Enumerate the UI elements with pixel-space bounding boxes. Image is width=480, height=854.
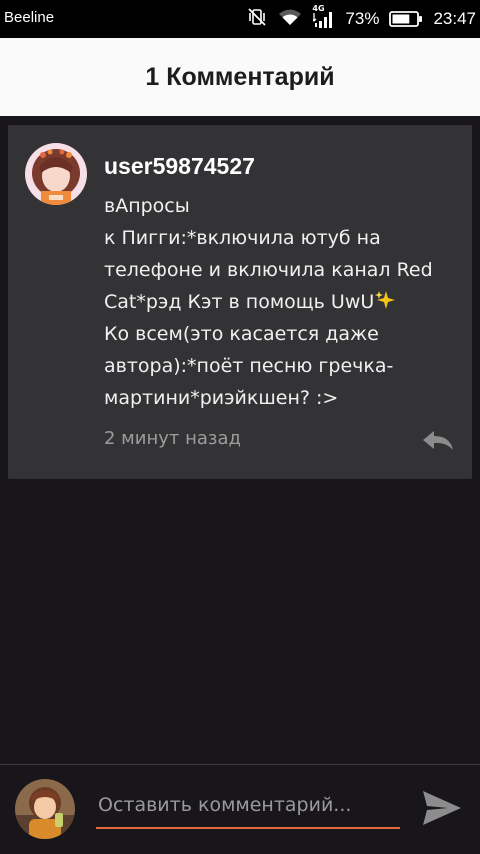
comment-composer [0,765,480,854]
wifi-icon [277,7,303,31]
battery-icon [389,10,423,28]
user-avatar-image [25,143,87,205]
comment-card: user59874527 вАпросы к Пигги:*включила ю… [8,125,472,479]
comment-timestamp: 2 минут назад [104,428,241,449]
vibrate-off-icon [247,7,267,31]
network-type: 4G [312,4,325,13]
page-title: 1 Комментарий [145,62,335,91]
comment-line: автора):*поёт песню гречка- [104,355,394,377]
my-avatar[interactable] [15,779,75,839]
status-bar: Beeline 4G 73% 23:47 [0,0,480,38]
comments-header: 1 Комментарий [0,38,480,116]
comment-line: телефоне и включила канал Red [104,259,433,281]
comment-line: к Пигги:*включила ютуб на [104,227,381,249]
comment-line-text: Cat*рэд Кэт в помощь UwU [104,291,375,313]
avatar[interactable] [25,143,87,205]
send-button[interactable] [420,787,464,829]
reply-icon [423,431,453,450]
comment-input[interactable] [96,789,400,829]
comment-line: мартини*риэйкшен? :> [104,387,339,409]
reply-button[interactable] [420,428,456,454]
comment-line: Ко всем(это касается даже [104,323,379,345]
status-icons: 4G 73% 23:47 [247,4,476,31]
sparkles-icon [374,289,396,311]
my-avatar-image [15,779,75,839]
carrier-name: Beeline [4,9,55,26]
comment-line: вАпросы [104,195,190,217]
comment-line-with-emoji: Cat*рэд Кэт в помощь UwU [104,286,454,318]
battery-percent: 73% [345,9,380,28]
clock: 23:47 [433,9,476,28]
comment-username[interactable]: user59874527 [104,153,255,180]
signal-icon: 4G [312,4,335,29]
send-icon [423,791,461,825]
comment-text: вАпросы к Пигги:*включила ютуб на телефо… [104,190,454,414]
